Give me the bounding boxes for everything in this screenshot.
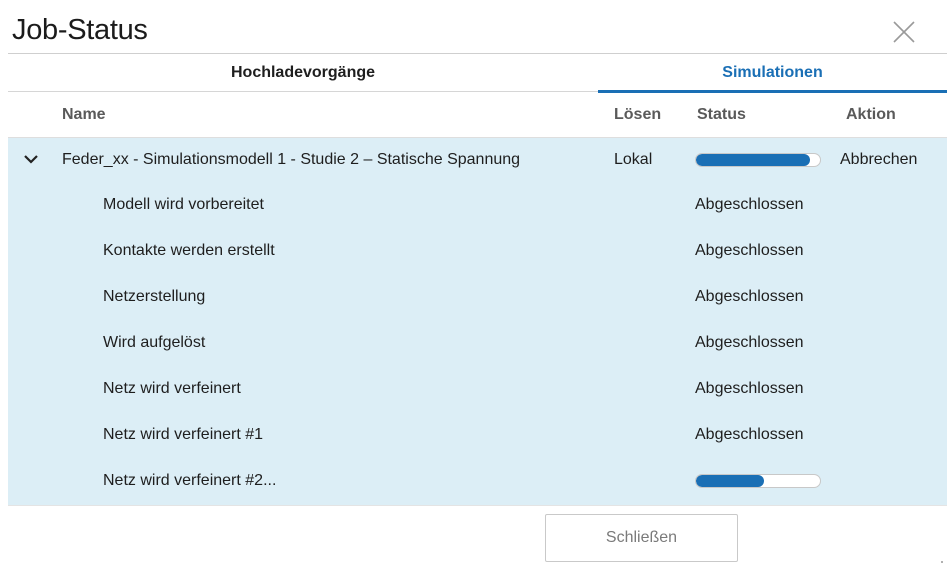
job-solve-location: Lokal [614, 151, 653, 168]
close-icon[interactable] [888, 16, 920, 48]
step-row: Wird aufgelöst Abgeschlossen [8, 321, 947, 366]
dialog-title: Job-Status [12, 14, 148, 46]
chevron-down-icon[interactable] [22, 150, 40, 168]
step-name: Kontakte werden erstellt [103, 242, 275, 259]
step-name: Netz wird verfeinert #2... [103, 472, 277, 489]
column-header-name[interactable]: Name [62, 106, 106, 124]
tab-bar: Hochladevorgänge Simulationen [8, 53, 947, 93]
close-button[interactable]: Schließen [545, 514, 738, 562]
step-status: Abgeschlossen [695, 334, 804, 351]
step-status: Abgeschlossen [695, 426, 804, 443]
title-bar: Job-Status [8, 6, 947, 52]
step-name: Modell wird vorbereitet [103, 196, 264, 213]
step-row: Kontakte werden erstellt Abgeschlossen [8, 229, 947, 274]
step-status: Abgeschlossen [695, 288, 804, 305]
column-header-row: Name Lösen Status Aktion [8, 92, 947, 138]
step-progress-fill [696, 475, 765, 487]
step-status: Abgeschlossen [695, 242, 804, 259]
simulation-list: Feder_xx - Simulationsmodell 1 - Studie … [8, 138, 947, 505]
dialog-footer: Schließen [8, 505, 947, 567]
step-name: Wird aufgelöst [103, 334, 206, 351]
step-row: Modell wird vorbereitet Abgeschlossen [8, 183, 947, 228]
step-name: Netzerstellung [103, 288, 206, 305]
step-name: Netz wird verfeinert [103, 380, 241, 397]
column-header-action[interactable]: Aktion [846, 106, 896, 124]
column-header-status[interactable]: Status [697, 106, 746, 124]
tab-uploads[interactable]: Hochladevorgänge [8, 54, 598, 92]
job-status-dialog: Job-Status Hochladevorgänge Simulationen… [8, 6, 947, 567]
step-row: Netz wird verfeinert Abgeschlossen [8, 367, 947, 412]
job-name: Feder_xx - Simulationsmodell 1 - Studie … [62, 151, 521, 168]
step-progress-bar [695, 474, 821, 488]
column-header-solve[interactable]: Lösen [614, 106, 661, 124]
tab-simulations[interactable]: Simulationen [598, 54, 947, 93]
step-row: Netz wird verfeinert #2... [8, 459, 947, 504]
cancel-link[interactable]: Abbrechen [840, 151, 917, 169]
resize-grip-icon[interactable] [934, 554, 944, 564]
step-status: Abgeschlossen [695, 380, 804, 397]
job-progress-bar [695, 153, 821, 167]
job-row[interactable]: Feder_xx - Simulationsmodell 1 - Studie … [8, 138, 947, 183]
step-status: Abgeschlossen [695, 196, 804, 213]
step-name: Netz wird verfeinert #1 [103, 426, 264, 443]
step-row: Netz wird verfeinert #1 Abgeschlossen [8, 413, 947, 458]
step-row: Netzerstellung Abgeschlossen [8, 275, 947, 320]
job-progress-fill [696, 154, 811, 166]
